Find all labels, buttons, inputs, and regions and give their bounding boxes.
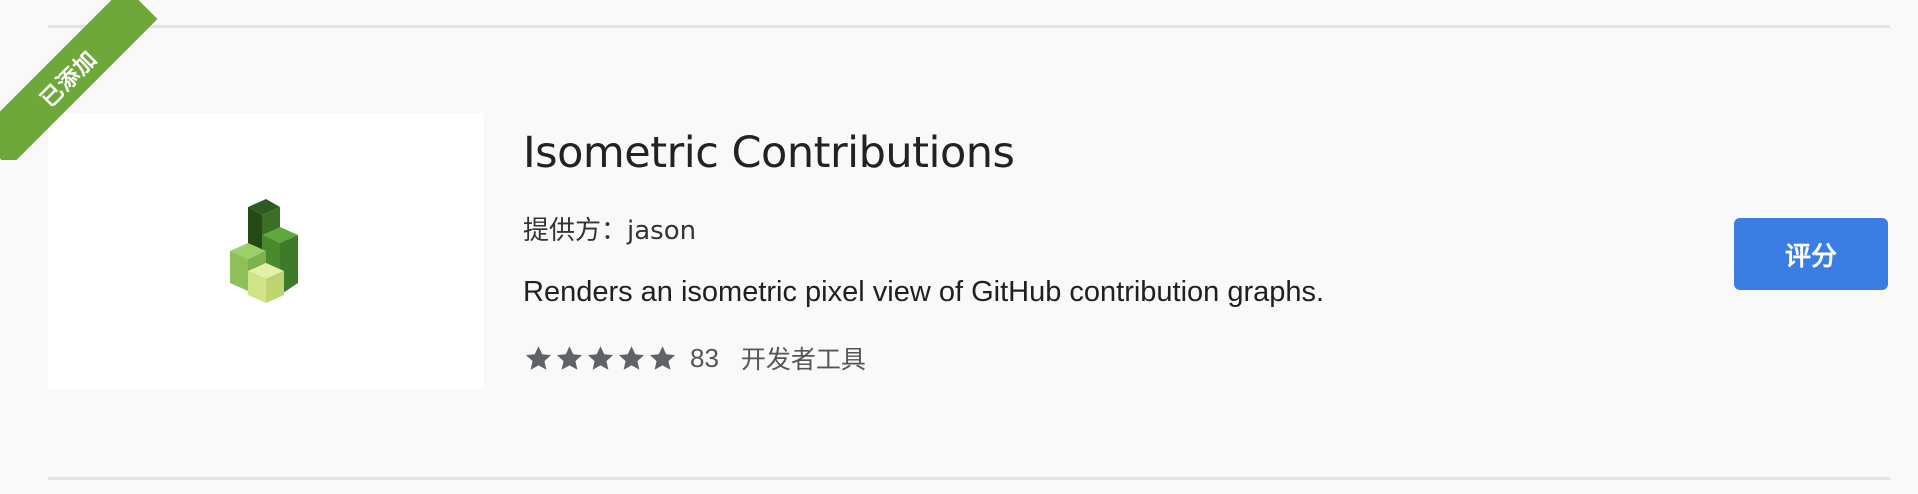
star-icon	[523, 343, 554, 374]
extension-description: Renders an isometric pixel view of GitHu…	[523, 276, 1325, 308]
star-icon	[554, 343, 585, 374]
bottom-divider	[48, 477, 1890, 480]
star-icon	[647, 343, 678, 374]
provider-name: jason	[627, 216, 697, 246]
star-icon	[616, 343, 647, 374]
extension-title[interactable]: Isometric Contributions	[523, 128, 1015, 178]
added-badge-label: 已添加	[36, 46, 103, 113]
top-divider	[48, 25, 1890, 28]
category-link[interactable]: 开发者工具	[741, 340, 866, 376]
rating-row: 83 开发者工具	[523, 340, 866, 376]
added-ribbon: 已添加	[0, 0, 160, 160]
provider-label: 提供方：	[523, 216, 628, 246]
star-rating	[523, 343, 678, 374]
added-badge: 已添加	[0, 0, 158, 160]
isometric-cubes-icon	[230, 199, 298, 303]
rating-count[interactable]: 83	[690, 343, 719, 374]
provider-line: 提供方：jason	[523, 210, 696, 247]
rate-button[interactable]: 评分	[1734, 218, 1888, 290]
star-icon	[585, 343, 616, 374]
